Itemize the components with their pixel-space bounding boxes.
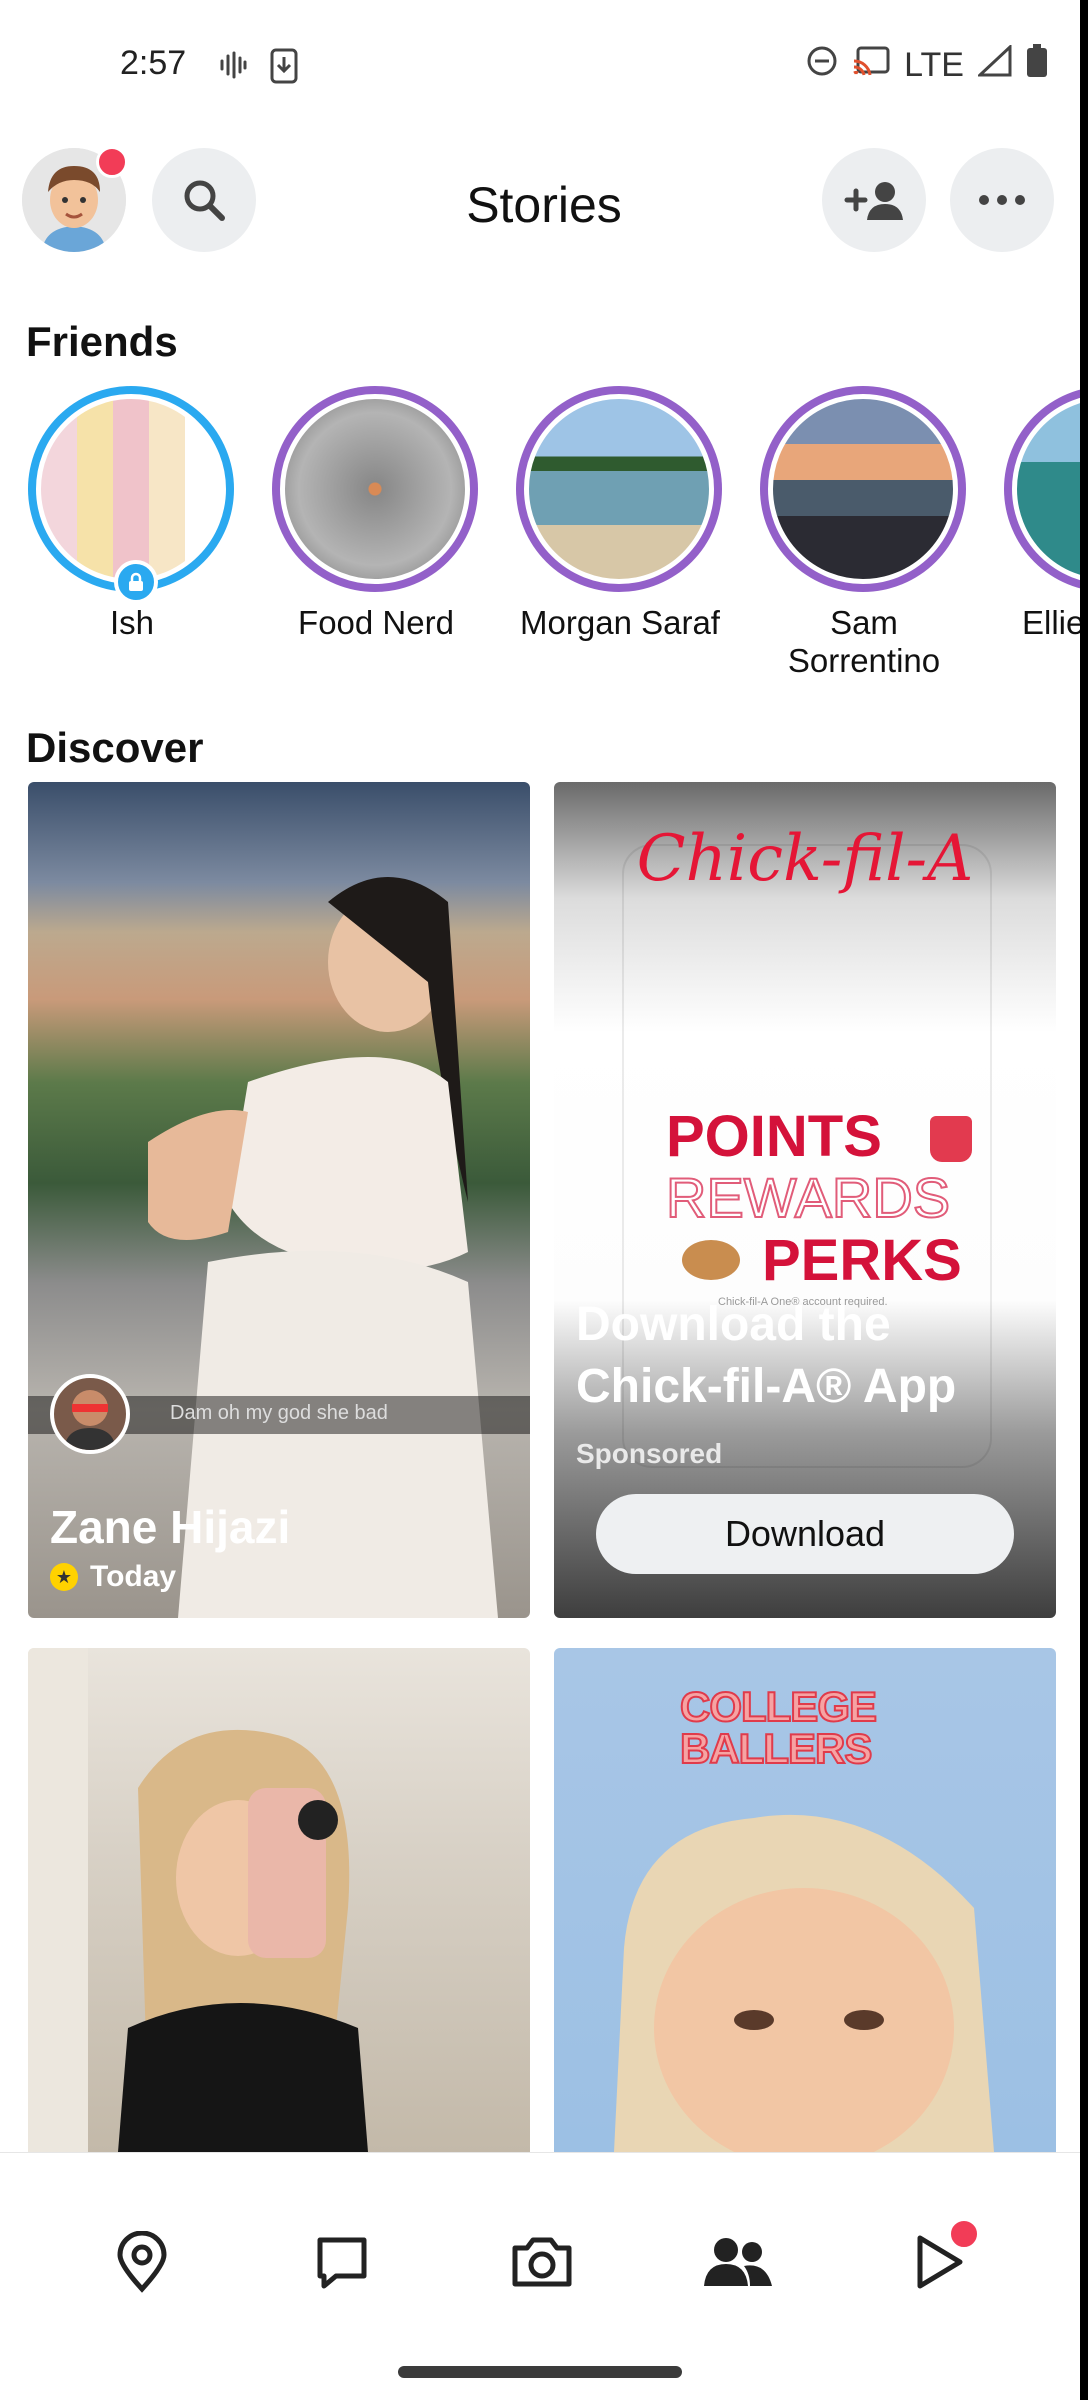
friend-name: Food Nerd xyxy=(298,604,454,641)
more-icon xyxy=(979,195,1025,205)
story-thumbnail xyxy=(36,394,226,584)
friend-name: Ellie xyxy=(1022,604,1085,641)
nav-chat[interactable] xyxy=(302,2222,382,2302)
story-ring xyxy=(1004,386,1088,592)
friend-name: Morgan Saraf xyxy=(520,604,720,641)
story-time: ★ Today xyxy=(50,1560,176,1594)
friends-section-title: Friends xyxy=(26,318,178,365)
story-ring xyxy=(516,386,722,592)
notification-dot xyxy=(96,146,128,178)
friend-story-morgan-saraf[interactable]: Morgan Saraf xyxy=(516,386,724,642)
more-options-button[interactable] xyxy=(950,148,1054,252)
promo-line-points: POINTS xyxy=(666,1104,882,1169)
lock-icon xyxy=(114,560,158,604)
screen-edge xyxy=(1080,0,1088,2400)
cookie-icon xyxy=(682,1240,740,1280)
story-caption: Dam oh my god she bad xyxy=(170,1402,388,1424)
story-ring xyxy=(272,386,478,592)
promo-line-perks: PERKS xyxy=(762,1228,962,1293)
nav-map[interactable] xyxy=(102,2222,182,2302)
status-icons: LTE xyxy=(806,43,1048,86)
add-friend-button[interactable] xyxy=(822,148,926,252)
friend-story-ellie[interactable]: Ellie xyxy=(1004,386,1088,642)
story-thumbnail xyxy=(768,394,958,584)
friend-name: Ish xyxy=(109,604,155,641)
download-status-icon xyxy=(270,48,298,89)
nav-stories[interactable] xyxy=(698,2222,778,2302)
creator-avatar xyxy=(50,1374,130,1454)
milkshake-icon xyxy=(930,1116,972,1162)
discover-card-zane-hijazi[interactable]: Dam oh my god she bad Zane Hijazi ★ Toda… xyxy=(28,782,530,1618)
friend-story-sam-sorrentino[interactable]: Sam Sorrentino xyxy=(760,386,968,680)
story-image xyxy=(148,877,498,1618)
show-banner: COLLEGE BALLERS xyxy=(679,1683,878,1772)
map-pin-icon xyxy=(117,2231,167,2293)
nav-camera[interactable] xyxy=(502,2222,582,2302)
discover-card-college-ballers[interactable]: COLLEGE BALLERS xyxy=(554,1648,1056,2152)
download-button[interactable]: Download xyxy=(596,1494,1014,1574)
do-not-disturb-icon xyxy=(806,45,838,85)
story-time-label: Today xyxy=(90,1560,177,1593)
add-friend-icon xyxy=(844,182,903,220)
signal-icon xyxy=(976,43,1012,85)
discover-card-selfie[interactable] xyxy=(28,1648,530,2152)
story-image xyxy=(28,1648,368,2152)
creator-name: Zane Hijazi xyxy=(50,1501,291,1553)
status-time: 2:57 xyxy=(120,44,187,82)
friend-name: Sam Sorrentino xyxy=(787,604,941,679)
promo-line-rewards: REWARDS xyxy=(665,1166,951,1229)
sponsored-label: Sponsored xyxy=(576,1438,723,1469)
ad-title: Download the Chick-fil-A® App xyxy=(576,1298,957,1413)
cast-icon xyxy=(852,45,890,85)
friend-story-food-nerd[interactable]: Food Nerd xyxy=(272,386,480,642)
camera-icon xyxy=(512,2237,572,2287)
network-type: LTE xyxy=(904,45,964,84)
friend-story-ish[interactable]: Ish xyxy=(28,386,236,642)
story-thumbnail xyxy=(280,394,470,584)
story-thumbnail xyxy=(524,394,714,584)
spotlight-notification-dot xyxy=(948,2218,980,2250)
story-thumbnail xyxy=(1012,394,1088,584)
brand-logo: Chick-fil-A xyxy=(636,822,974,896)
star-badge-icon: ★ xyxy=(50,1563,78,1591)
vibrate-icon xyxy=(218,50,248,85)
friends-icon xyxy=(704,2238,772,2286)
discover-section-title: Discover xyxy=(26,724,204,771)
story-ring xyxy=(760,386,966,592)
battery-icon xyxy=(1026,44,1048,86)
home-indicator[interactable] xyxy=(398,2366,682,2378)
chat-icon xyxy=(317,2237,367,2289)
discover-card-chick-fil-a-ad[interactable]: Chick-fil-A POINTS REWARDS PERKS Chick-f… xyxy=(554,782,1056,1618)
